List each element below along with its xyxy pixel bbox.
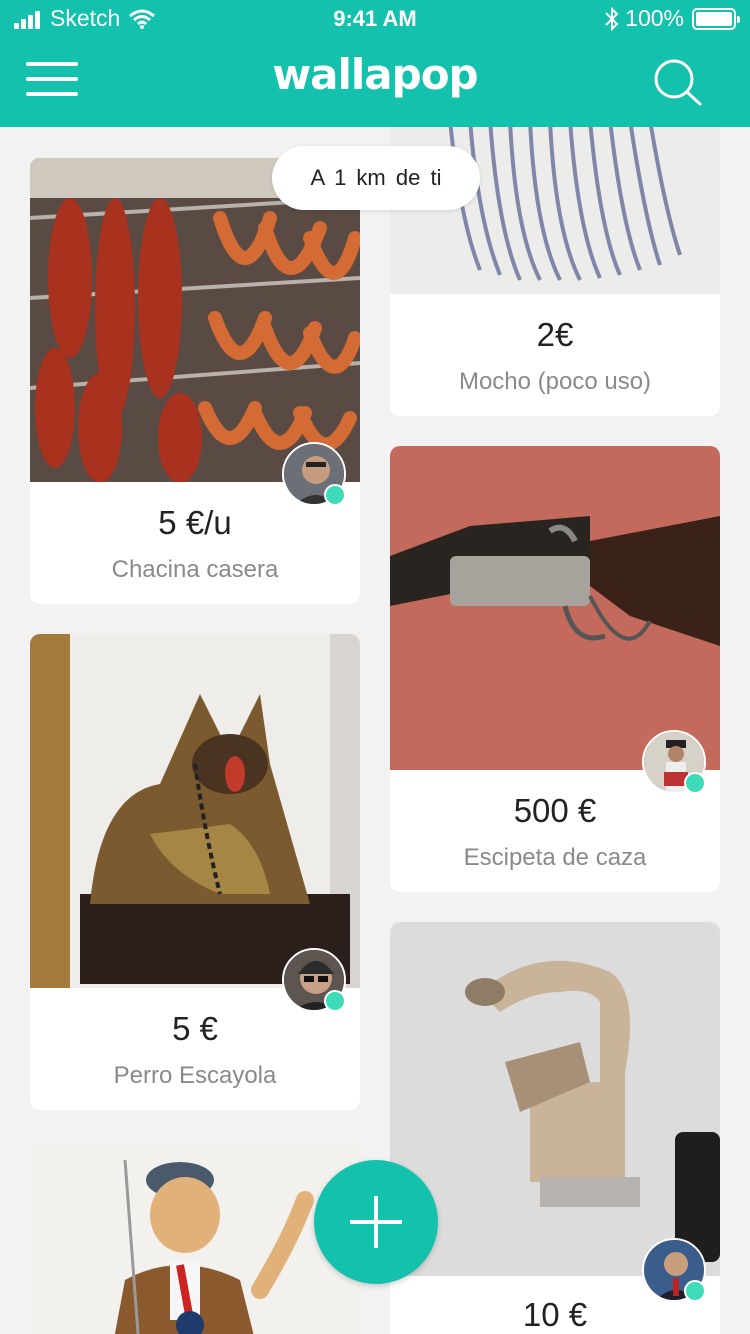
- search-icon[interactable]: [652, 58, 704, 108]
- top-bar: Sketch 9:41 AM 100% wallapop: [0, 0, 750, 127]
- product-title: Perro Escayola: [113, 1062, 277, 1089]
- product-card[interactable]: [30, 1140, 360, 1334]
- app-logo: wallapop: [272, 50, 478, 99]
- online-indicator: [684, 772, 706, 794]
- product-price: 5 €/u: [158, 504, 232, 541]
- product-photo: [390, 446, 720, 770]
- product-price: 2€: [536, 316, 574, 353]
- product-title: Escipeta de caza: [463, 844, 647, 871]
- battery-icon: [692, 7, 740, 30]
- status-bar: Sketch 9:41 AM 100%: [0, 0, 750, 40]
- product-photo: [30, 1140, 360, 1334]
- product-title: Mocho (poco uso): [458, 368, 652, 395]
- product-card[interactable]: 5 € Perro Escayola: [30, 634, 360, 1110]
- product-photo: [390, 922, 720, 1276]
- location-filter-pill[interactable]: A 1 km de ti: [272, 146, 480, 210]
- product-price: 5 €: [172, 1010, 218, 1047]
- product-card[interactable]: 500 € Escipeta de caza: [390, 446, 720, 892]
- battery-percent: 100%: [625, 5, 684, 31]
- product-price: 500 €: [513, 792, 597, 829]
- add-product-button[interactable]: [314, 1160, 438, 1284]
- product-title: Chacina casera: [111, 556, 279, 583]
- product-card[interactable]: 5 €/u Chacina casera: [30, 158, 360, 604]
- online-indicator: [324, 990, 346, 1012]
- online-indicator: [684, 1280, 706, 1302]
- product-card[interactable]: 2€ Mocho (poco uso): [390, 80, 720, 416]
- online-indicator: [324, 484, 346, 506]
- bluetooth-icon: [605, 6, 619, 31]
- product-photo: [30, 634, 360, 988]
- plus-icon-bar: [350, 1220, 402, 1224]
